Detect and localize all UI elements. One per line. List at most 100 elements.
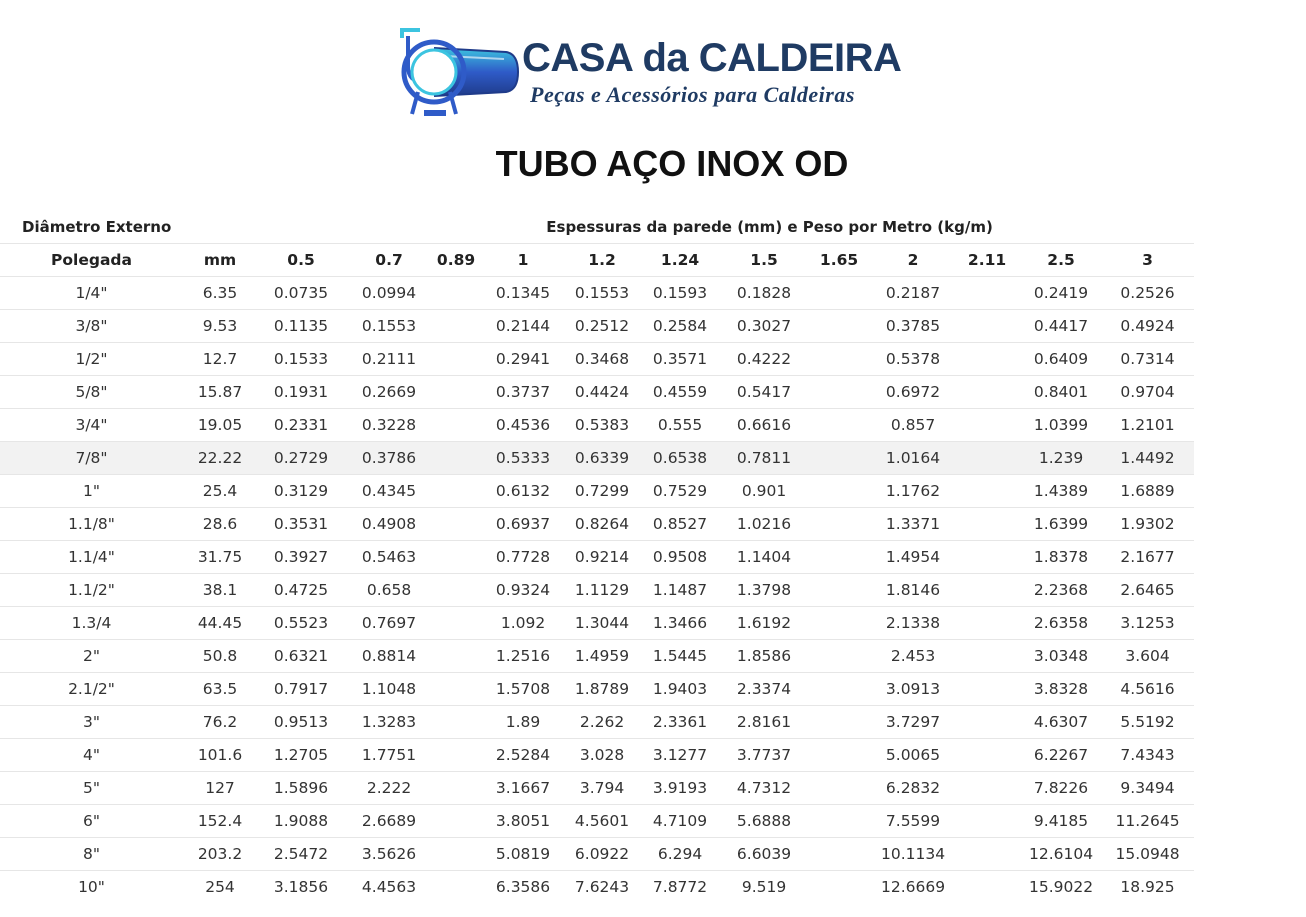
table-cell: 1.5708 — [479, 672, 568, 706]
table-cell: 6.2832 — [873, 771, 954, 805]
table-cell: 63.5 — [183, 672, 257, 706]
table-cell — [953, 573, 1022, 607]
table-cell: 1.3283 — [345, 705, 434, 739]
table-cell — [953, 837, 1022, 871]
table-cell: 3.7297 — [873, 705, 954, 739]
table-cell: 1.4954 — [873, 540, 954, 574]
table-cell: 0.3737 — [479, 375, 568, 409]
table-cell: 3.8051 — [479, 804, 568, 838]
table-cell — [433, 573, 480, 607]
table-cell: 1.4959 — [567, 639, 638, 673]
table-cell: 3.5626 — [345, 837, 434, 871]
column-header: 1.65 — [805, 243, 874, 277]
table-cell: 0.6339 — [567, 441, 638, 475]
table-cell: 0.658 — [345, 573, 434, 607]
brand-logo: CASA da CALDEIRA Peças e Acessórios para… — [394, 26, 914, 118]
table-cell: 5" — [0, 771, 183, 805]
table-cell — [805, 870, 874, 903]
table-cell: 12.6669 — [873, 870, 954, 903]
table-cell: 0.4536 — [479, 408, 568, 442]
table-cell: 7.5599 — [873, 804, 954, 838]
column-header: 0.5 — [257, 243, 346, 277]
table-cell: 2.1/2" — [0, 672, 183, 706]
table-cell: 1.3371 — [873, 507, 954, 541]
spec-table: Diâmetro Externo Espessuras da parede (m… — [0, 211, 1195, 903]
table-cell — [805, 738, 874, 772]
table-cell — [953, 441, 1022, 475]
table-cell: 2.453 — [873, 639, 954, 673]
table-cell: 0.6538 — [637, 441, 724, 475]
table-cell: 1.4492 — [1101, 441, 1195, 475]
column-header: 2.5 — [1021, 243, 1102, 277]
table-cell: 0.7529 — [637, 474, 724, 508]
table-cell: 3/4" — [0, 408, 183, 442]
table-cell: 0.1345 — [479, 276, 568, 310]
table-cell: 3.8328 — [1021, 672, 1102, 706]
table-cell — [433, 540, 480, 574]
table-cell: 0.2729 — [257, 441, 346, 475]
column-header: 2.11 — [953, 243, 1022, 277]
table-cell: 1.2516 — [479, 639, 568, 673]
table-cell: 4.4563 — [345, 870, 434, 903]
table-cell: 1.092 — [479, 606, 568, 640]
table-cell: 1.239 — [1021, 441, 1102, 475]
table-cell — [953, 672, 1022, 706]
table-cell: 25.4 — [183, 474, 257, 508]
table-cell: 6.6039 — [723, 837, 806, 871]
table-cell: 2.1677 — [1101, 540, 1195, 574]
table-cell: 9.519 — [723, 870, 806, 903]
table-cell: 44.45 — [183, 606, 257, 640]
table-cell: 2.6689 — [345, 804, 434, 838]
table-cell: 76.2 — [183, 705, 257, 739]
boiler-logo-icon — [400, 28, 520, 116]
table-cell: 3/8" — [0, 309, 183, 343]
table-cell: 254 — [183, 870, 257, 903]
table-row: 1/4" 6.35 0.0735 0.0994 0.1345 0.1553 0.1593 0.… — [0, 276, 1195, 310]
table-row: 3/4" 19.05 0.2331 0.3228 0.4536 0.5383 0.555 0.… — [0, 408, 1195, 442]
table-cell: 1.4389 — [1021, 474, 1102, 508]
table-cell: 0.2111 — [345, 342, 434, 376]
table-cell — [433, 441, 480, 475]
table-cell: 0.6321 — [257, 639, 346, 673]
table-cell: 3" — [0, 705, 183, 739]
table-cell: 1.0399 — [1021, 408, 1102, 442]
table-cell — [953, 474, 1022, 508]
table-cell: 9.3494 — [1101, 771, 1195, 805]
table-cell: 0.5463 — [345, 540, 434, 574]
table-cell: 22.22 — [183, 441, 257, 475]
table-cell: 0.8264 — [567, 507, 638, 541]
table-cell: 4.6307 — [1021, 705, 1102, 739]
table-cell — [433, 639, 480, 673]
table-cell: 0.5383 — [567, 408, 638, 442]
table-cell: 0.6972 — [873, 375, 954, 409]
table-cell — [433, 408, 480, 442]
table-cell: 0.2584 — [637, 309, 724, 343]
table-cell: 2.1338 — [873, 606, 954, 640]
table-cell: 0.7917 — [257, 672, 346, 706]
table-cell: 0.901 — [723, 474, 806, 508]
table-cell: 6.0922 — [567, 837, 638, 871]
table-cell: 0.5378 — [873, 342, 954, 376]
table-cell: 7.8226 — [1021, 771, 1102, 805]
table-cell: 1/2" — [0, 342, 183, 376]
table-cell: 0.6616 — [723, 408, 806, 442]
table-cell: 3.7737 — [723, 738, 806, 772]
table-cell: 0.5333 — [479, 441, 568, 475]
table-cell: 6.2267 — [1021, 738, 1102, 772]
column-header: mm — [183, 243, 257, 277]
group-header-thickness: Espessuras da parede (mm) e Peso por Met… — [546, 218, 993, 236]
table-cell: 2.222 — [345, 771, 434, 805]
table-cell: 0.1533 — [257, 342, 346, 376]
table-row: 1" 25.4 0.3129 0.4345 0.6132 0.7299 0.7529 0.90… — [0, 474, 1195, 508]
table-cell — [953, 771, 1022, 805]
table-cell: 1.8586 — [723, 639, 806, 673]
table-cell: 4" — [0, 738, 183, 772]
table-cell: 1.9403 — [637, 672, 724, 706]
table-cell: 1.3466 — [637, 606, 724, 640]
table-cell — [433, 804, 480, 838]
table-cell: 0.1553 — [345, 309, 434, 343]
column-header: 1 — [479, 243, 568, 277]
table-row: 2.1/2" 63.5 0.7917 1.1048 1.5708 1.8789 1.9403… — [0, 672, 1195, 706]
table-cell — [805, 771, 874, 805]
table-cell — [805, 507, 874, 541]
